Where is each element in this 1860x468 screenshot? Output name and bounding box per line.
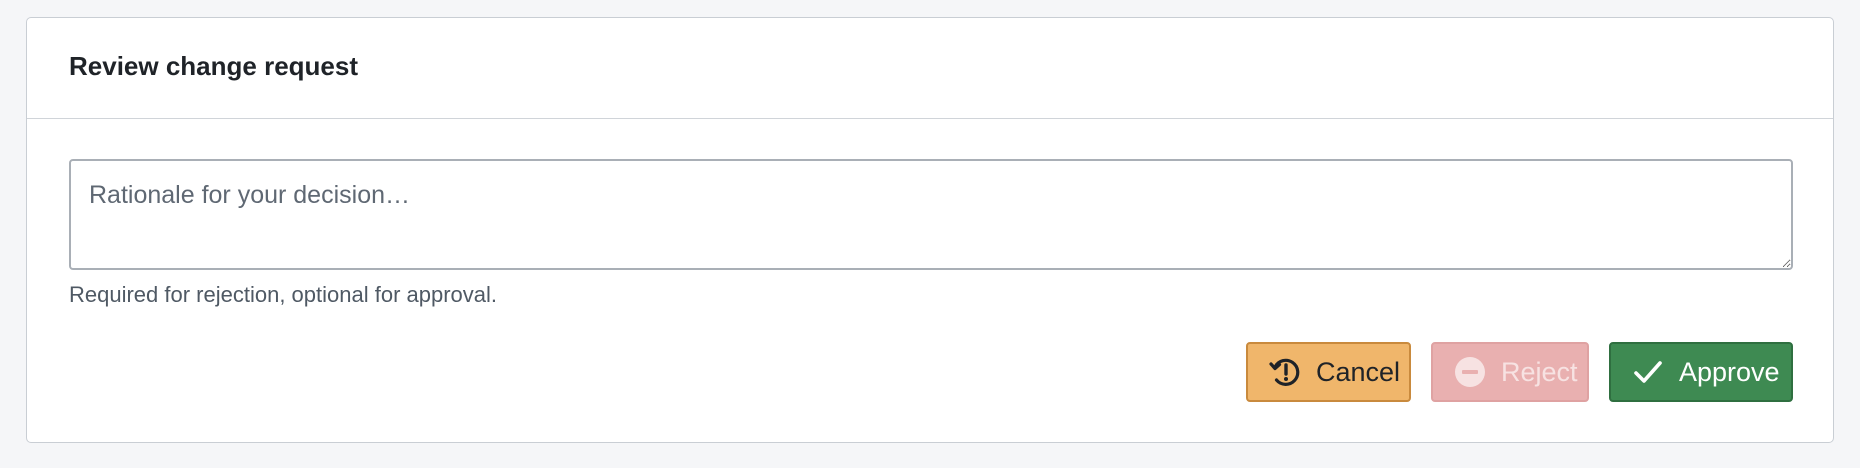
reject-button-label: Reject (1501, 356, 1578, 387)
minus-circle-icon (1453, 355, 1487, 389)
review-card: Review change request Required for rejec… (26, 17, 1834, 443)
approve-button[interactable]: Approve (1609, 342, 1793, 402)
action-buttons: Cancel Reject Approve (1246, 342, 1793, 402)
card-body: Required for rejection, optional for app… (27, 119, 1833, 443)
rationale-textarea[interactable] (69, 159, 1793, 270)
card-header: Review change request (27, 18, 1833, 119)
card-title: Review change request (69, 50, 358, 81)
approve-button-label: Approve (1679, 356, 1780, 387)
cancel-button-label: Cancel (1316, 356, 1401, 387)
rationale-field-wrapper (69, 159, 1793, 270)
reject-button[interactable]: Reject (1431, 342, 1589, 402)
history-alert-icon (1268, 355, 1302, 389)
rationale-help-text: Required for rejection, optional for app… (69, 282, 498, 307)
cancel-button[interactable]: Cancel (1246, 342, 1411, 402)
check-icon (1631, 355, 1665, 389)
